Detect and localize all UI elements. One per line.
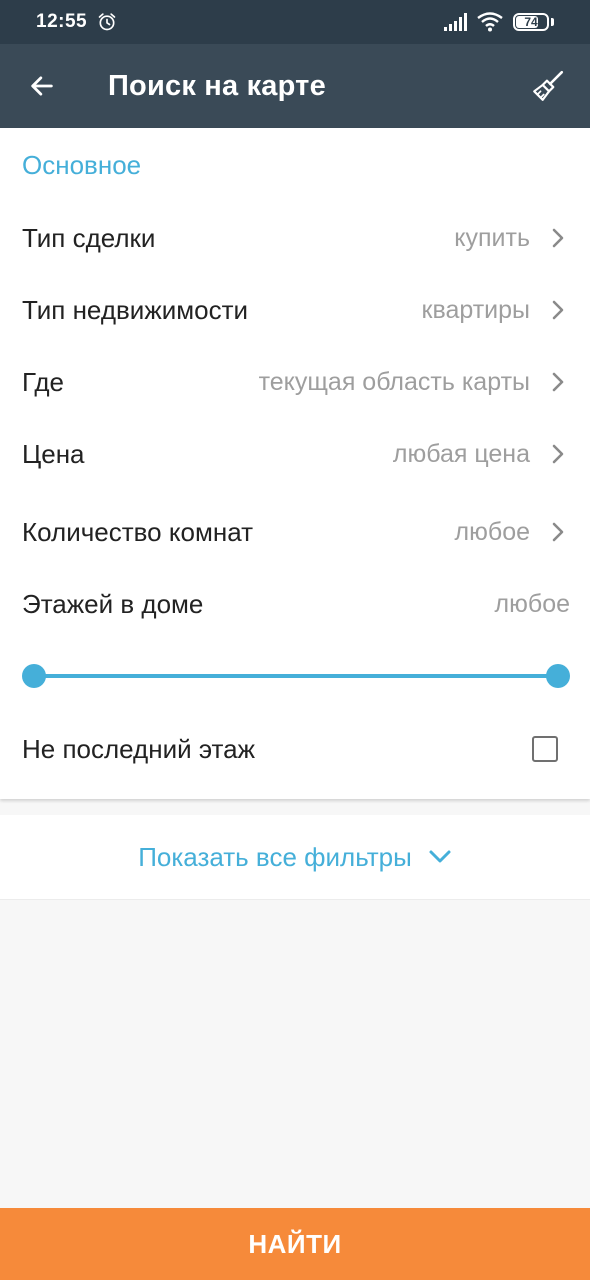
floors-range-slider[interactable] bbox=[22, 661, 570, 691]
filter-value: квартиры bbox=[421, 295, 530, 324]
signal-icon bbox=[444, 13, 467, 31]
clear-filters-button[interactable] bbox=[506, 44, 590, 128]
battery-level: 74 bbox=[524, 15, 538, 29]
filter-value: любое bbox=[454, 517, 530, 546]
filter-value: любое bbox=[494, 589, 570, 618]
filter-label: Тип сделки bbox=[22, 222, 156, 253]
filter-label: Этажей в доме bbox=[22, 588, 204, 619]
show-all-filters-label: Показать все фильтры bbox=[138, 841, 412, 872]
alarm-icon bbox=[98, 13, 116, 31]
filter-row-property-type[interactable]: Тип недвижимости квартиры bbox=[0, 274, 590, 346]
filter-label: Где bbox=[22, 366, 64, 397]
not-last-floor-checkbox[interactable] bbox=[532, 736, 558, 762]
back-arrow-icon bbox=[31, 76, 53, 96]
status-time: 12:55 bbox=[36, 11, 88, 32]
back-button[interactable] bbox=[0, 44, 84, 128]
filters-card: Основное Тип сделки купить Тип недвижимо… bbox=[0, 128, 590, 799]
filter-row-not-last-floor[interactable]: Не последний этаж bbox=[0, 713, 590, 785]
screen: 12:55 74 Поиск на карте Основное Тип сде… bbox=[0, 0, 590, 1280]
battery-icon: 74 bbox=[513, 13, 549, 31]
filter-value: любая цена bbox=[392, 439, 530, 468]
app-bar: Поиск на карте bbox=[0, 44, 590, 128]
show-all-filters-button[interactable]: Показать все фильтры bbox=[0, 815, 590, 900]
chevron-right-icon bbox=[546, 298, 570, 322]
filter-row-deal-type[interactable]: Тип сделки купить bbox=[0, 202, 590, 274]
page-title: Поиск на карте bbox=[108, 69, 326, 102]
wifi-icon bbox=[477, 12, 503, 32]
chevron-right-icon bbox=[546, 442, 570, 466]
filter-row-floors: Этажей в доме любое bbox=[0, 568, 590, 640]
slider-thumb-min[interactable] bbox=[22, 664, 46, 688]
section-title: Основное bbox=[22, 150, 142, 180]
filter-row-price[interactable]: Цена любая цена bbox=[0, 418, 590, 490]
filter-label: Не последний этаж bbox=[22, 733, 256, 764]
filter-value: текущая область карты bbox=[258, 367, 530, 396]
chevron-right-icon bbox=[546, 370, 570, 394]
broom-icon bbox=[533, 70, 564, 101]
status-icons: 74 bbox=[443, 12, 554, 32]
filter-row-location[interactable]: Где текущая область карты bbox=[0, 346, 590, 418]
slider-thumb-max[interactable] bbox=[546, 664, 570, 688]
filter-value: купить bbox=[454, 223, 530, 252]
status-bar: 12:55 74 bbox=[0, 0, 590, 44]
chevron-right-icon bbox=[546, 520, 570, 544]
battery-tip bbox=[551, 18, 554, 26]
chevron-down-icon bbox=[428, 845, 452, 869]
chevron-right-icon bbox=[546, 226, 570, 250]
filter-row-rooms[interactable]: Количество комнат любое bbox=[0, 496, 590, 568]
slider-track bbox=[34, 674, 558, 678]
filter-label: Тип недвижимости bbox=[22, 294, 249, 325]
filter-label: Цена bbox=[22, 438, 85, 469]
filter-label: Количество комнат bbox=[22, 516, 254, 547]
find-button[interactable]: НАЙТИ bbox=[0, 1208, 590, 1280]
